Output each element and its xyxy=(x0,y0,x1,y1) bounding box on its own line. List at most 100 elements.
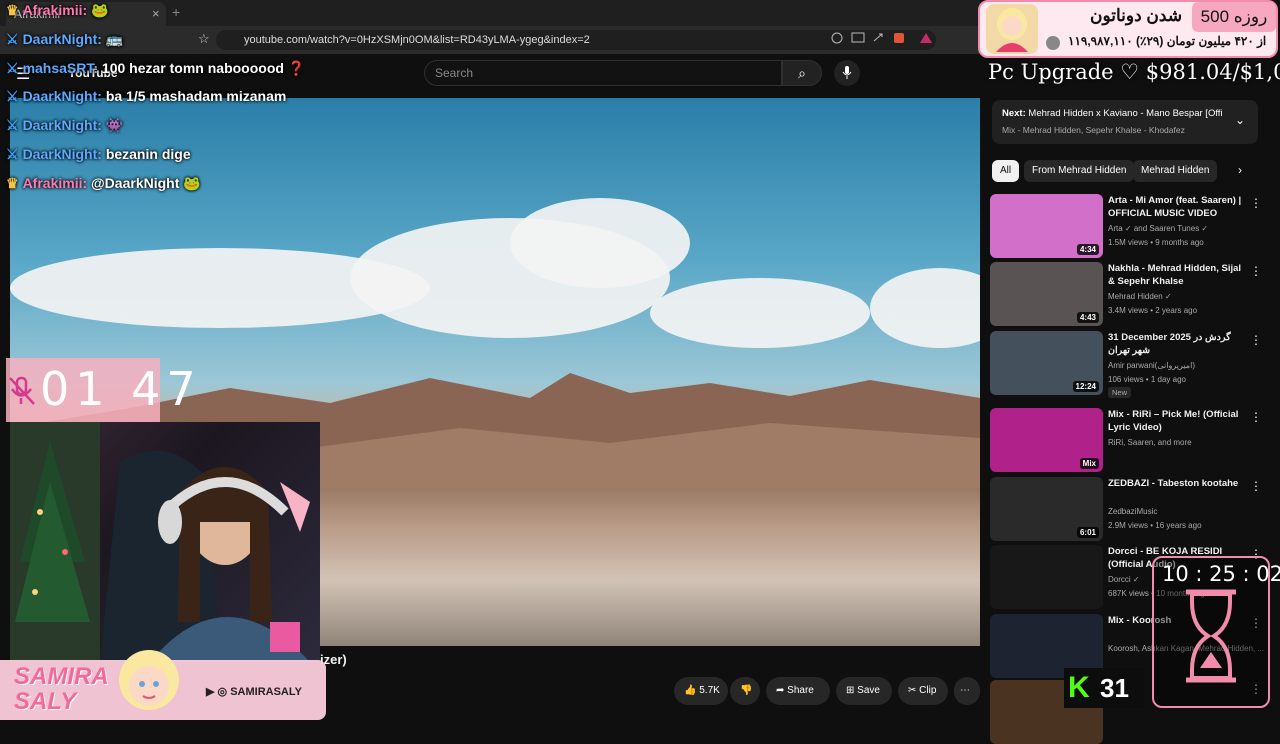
more-actions-button[interactable]: ⋯ xyxy=(954,677,980,705)
video-thumbnail[interactable]: 4:43 xyxy=(990,262,1103,326)
dislike-icon: 👎 xyxy=(740,685,753,696)
youtube-icon: ▶ xyxy=(206,686,215,698)
recommendation-item[interactable]: Mix Mix - RiRi – Pick Me! (Official Lyric… xyxy=(990,408,1262,472)
recommendation-item[interactable]: 12:24 31 December 2025 گردش در شهر تهران A… xyxy=(990,331,1262,398)
channel-name[interactable]: RiRi, Saaren, and more xyxy=(1108,438,1192,447)
clip-button[interactable]: ✂ Clip xyxy=(898,677,948,705)
recommendation-title[interactable]: 31 December 2025 گردش در شهر تهران xyxy=(1108,331,1246,357)
avatar xyxy=(986,4,1038,54)
chat-text: 👾 xyxy=(105,117,124,133)
video-thumbnail[interactable] xyxy=(990,545,1103,609)
sword-badge-icon: ⚔ xyxy=(6,31,19,47)
microphone-icon[interactable] xyxy=(834,60,860,86)
chat-username: DaarkNight: xyxy=(22,88,102,104)
chat-username: Afrakimii: xyxy=(22,2,88,18)
chip-all[interactable]: All xyxy=(992,160,1020,182)
kick-logo-icon: K xyxy=(1068,671,1090,704)
tab-close-icon[interactable]: × xyxy=(152,2,160,26)
recommendation-title[interactable]: Arta - Mi Amor (feat. Saaren) | OFFICIAL… xyxy=(1108,194,1246,220)
video-meta: 3.4M views • 2 years ago xyxy=(1108,306,1198,315)
up-next-title: Next: Mehrad Hidden x Kaviano - Mano Bes… xyxy=(1002,108,1222,119)
instagram-icon: ◎ xyxy=(217,686,228,698)
search-input[interactable]: Search xyxy=(424,60,782,86)
recommendation-title[interactable]: Mix - RiRi – Pick Me! (Official Lyric Vi… xyxy=(1108,408,1246,434)
more-options-icon[interactable]: ⋮ xyxy=(1250,264,1262,278)
more-options-icon[interactable]: ⋮ xyxy=(1250,410,1262,424)
social-handle: ▶ ◎ SAMIRASALY xyxy=(206,685,302,698)
chat-message: ⚔ DaarkNight: 👾 xyxy=(6,117,123,134)
up-next-subtitle: Mix - Mehrad Hidden, Sepehr Khalse - Kho… xyxy=(1002,125,1185,135)
crown-badge-icon: ♛ xyxy=(6,2,19,18)
channel-name[interactable]: Dorcci ✓ xyxy=(1108,575,1140,584)
streamer-avatar xyxy=(112,650,186,720)
streamer-name-line-1: SAMIRA xyxy=(14,663,109,690)
chat-message: ♛ Afrakimii: 🐸 xyxy=(6,2,108,19)
video-thumbnail[interactable]: 6:01 xyxy=(990,477,1103,541)
chat-text: 100 hezar tomn naboooood ❓ xyxy=(101,60,306,76)
chat-text: bezanin dige xyxy=(105,146,191,162)
video-meta: 1.5M views • 9 months ago xyxy=(1108,238,1204,247)
chip-mehrad-hidden[interactable]: Mehrad Hidden xyxy=(1133,160,1218,182)
more-options-icon[interactable]: ⋮ xyxy=(1250,333,1262,347)
save-icon: ⊞ xyxy=(846,685,855,696)
crown-badge-icon: ♛ xyxy=(6,175,19,191)
save-label: Save xyxy=(857,685,880,696)
chat-text: ba 1/5 mashadam mizanam xyxy=(105,88,287,104)
recommendation-item[interactable]: 4:34 Arta - Mi Amor (feat. Saaren) | OFFI… xyxy=(990,194,1262,258)
handle-text: SAMIRASALY xyxy=(230,686,302,698)
video-thumbnail[interactable]: Mix xyxy=(990,408,1103,472)
donation-subtitle: ۱۱۹,۹۸۷,۱۱۰ از ۴۲۰ میلیون تومان (۲۹٪) xyxy=(1068,34,1267,48)
chat-text: 🐸 xyxy=(91,2,109,18)
chat-username: mahsaSRT: xyxy=(22,60,99,76)
search-icon[interactable]: ⌕ xyxy=(782,60,822,86)
sword-badge-icon: ⚔ xyxy=(6,88,19,104)
chat-username: DaarkNight: xyxy=(22,31,102,47)
more-options-icon[interactable]: ⋮ xyxy=(1250,196,1262,210)
recommendation-title[interactable]: Nakhla - Mehrad Hidden, Sijal & Sepehr K… xyxy=(1108,262,1246,288)
chat-message: ⚔ DaarkNight: 🚌 xyxy=(6,31,123,48)
duration-badge: Mix xyxy=(1079,458,1099,469)
duration-badge: 4:43 xyxy=(1076,312,1099,323)
address-bar[interactable]: youtube.com/watch?v=0HzXSMjn0OM&list=RD4… xyxy=(216,30,936,50)
bookmark-icon[interactable]: ☆ xyxy=(198,31,210,47)
extension-icons[interactable] xyxy=(830,31,950,48)
viewer-count: 31 xyxy=(1100,673,1129,703)
channel-name[interactable]: Arta ✓ and Saaren Tunes ✓ xyxy=(1108,224,1208,233)
chip-from-mehrad-hidden[interactable]: From Mehrad Hidden xyxy=(1024,160,1135,182)
chat-username: Afrakimii: xyxy=(22,175,88,191)
break-timer: 01 47 xyxy=(40,362,202,416)
progress-dot xyxy=(1046,36,1060,50)
recommendation-item[interactable]: 4:43 Nakhla - Mehrad Hidden, Sijal & Sepe… xyxy=(990,262,1262,326)
share-icon: ➦ xyxy=(776,685,785,696)
new-tab-button[interactable]: + xyxy=(172,4,180,20)
new-badge: New xyxy=(1108,387,1132,398)
clock-time: 10 : 25 : 02 xyxy=(1162,562,1280,586)
share-label: Share xyxy=(787,685,814,696)
recommendation-item[interactable]: 6:01 ZEDBAZI - Tabeston kootahe ZedbaziMus… xyxy=(990,477,1262,541)
streamer-name: SAMIRA SALY xyxy=(14,664,109,714)
channel-name[interactable]: ZedbaziMusic xyxy=(1108,507,1157,516)
video-thumbnail[interactable]: 4:34 xyxy=(990,194,1103,258)
duration-badge: 4:34 xyxy=(1076,244,1099,255)
chevron-right-icon[interactable]: › xyxy=(1238,163,1242,177)
chat-message: ⚔ DaarkNight: bezanin dige xyxy=(6,146,191,163)
share-button[interactable]: ➦ Share xyxy=(766,677,830,705)
clip-label: Clip xyxy=(919,685,937,696)
chevron-down-icon[interactable]: ⌄ xyxy=(1235,113,1245,127)
sword-badge-icon: ⚔ xyxy=(6,117,19,133)
video-meta: 106 views • 1 day ago xyxy=(1108,375,1186,384)
up-next-prefix: Next: xyxy=(1002,108,1026,119)
channel-name[interactable]: Amir parwani(امیرپروانی) xyxy=(1108,361,1195,370)
like-button[interactable]: 👍 5.7K xyxy=(674,677,728,705)
duration-badge: 12:24 xyxy=(1072,381,1099,392)
chat-message: ♛ Afrakimii: @DaarkNight 🐸 xyxy=(6,175,201,192)
dislike-button[interactable]: 👎 xyxy=(730,677,760,705)
more-options-icon[interactable]: ⋮ xyxy=(1250,479,1262,493)
save-button[interactable]: ⊞ Save xyxy=(836,677,892,705)
chat-message: ⚔ mahsaSRT: 100 hezar tomn naboooood ❓ xyxy=(6,60,305,77)
up-next-panel[interactable] xyxy=(992,100,1258,144)
video-thumbnail[interactable]: 12:24 xyxy=(990,331,1103,395)
recommendation-title[interactable]: ZEDBAZI - Tabeston kootahe xyxy=(1108,477,1246,490)
sword-badge-icon: ⚔ xyxy=(6,146,19,162)
channel-name[interactable]: Mehrad Hidden ✓ xyxy=(1108,292,1172,301)
